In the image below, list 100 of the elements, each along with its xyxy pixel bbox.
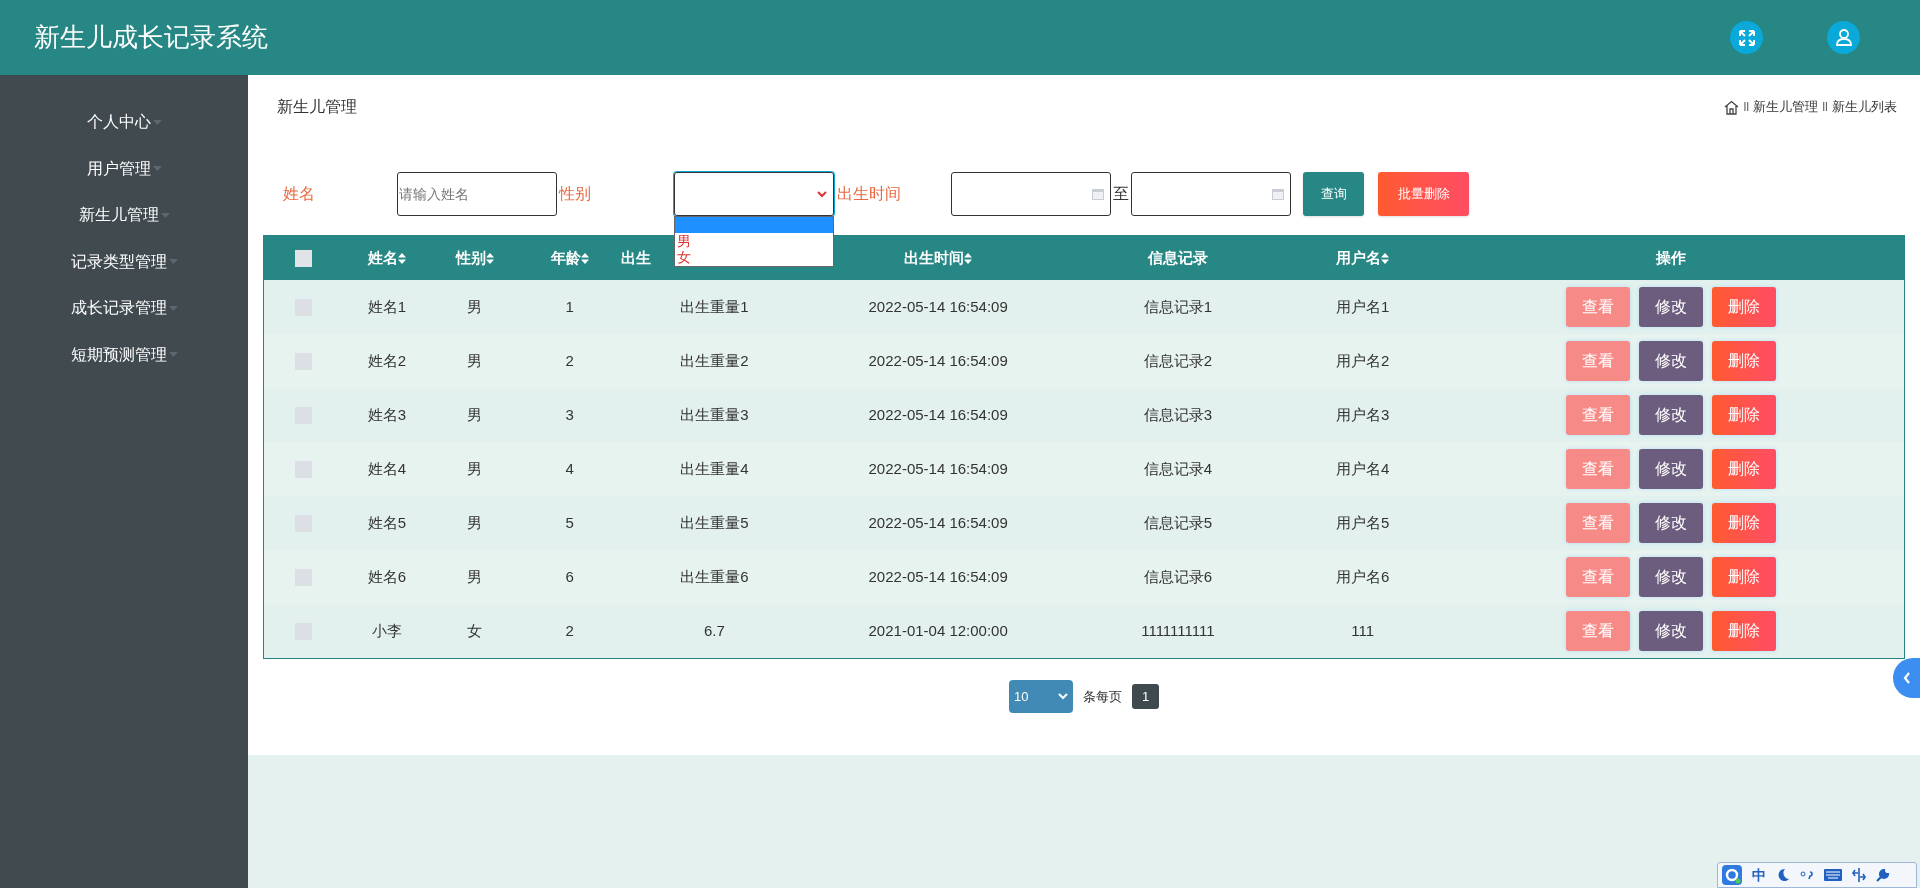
table-cell-text: 信息记录1: [1143, 296, 1213, 317]
table-cell-text: 姓名4: [367, 458, 406, 479]
table-cell-text: 姓名1: [367, 296, 406, 317]
dropdown-option[interactable]: 男: [675, 233, 833, 249]
edit-button[interactable]: 修改: [1638, 557, 1703, 597]
edit-button[interactable]: 修改: [1638, 341, 1703, 381]
range-separator: 至: [1112, 184, 1130, 204]
date-field[interactable]: [1131, 172, 1291, 216]
table-cell-text: 男: [467, 296, 483, 317]
view-button[interactable]: 查看: [1565, 395, 1630, 435]
chevron-left-icon: [1902, 672, 1911, 684]
name-label: 姓名: [283, 184, 316, 204]
breadcrumb-separator: ll: [1822, 98, 1828, 117]
dropdown-option[interactable]: 女: [675, 249, 833, 265]
caret-icon: [168, 305, 178, 311]
edit-button[interactable]: 修改: [1638, 395, 1703, 435]
breadcrumb-item[interactable]: 新生儿管理: [1753, 97, 1819, 117]
table-cell-text: 男: [467, 350, 483, 371]
user-icon: [1835, 29, 1852, 46]
edit-button[interactable]: 修改: [1638, 611, 1703, 651]
birth-time-label: 出生时间: [837, 184, 902, 204]
edit-button[interactable]: 修改: [1638, 287, 1703, 327]
caret-icon: [168, 352, 178, 358]
table-cell-text: 用户名6: [1336, 566, 1390, 587]
column-header[interactable]: 用户名: [1336, 246, 1390, 270]
breadcrumb-item[interactable]: 新生儿列表: [1832, 97, 1897, 117]
ime-mode[interactable]: 中: [1752, 864, 1766, 886]
column-header[interactable]: 姓名: [367, 246, 406, 270]
delete-button[interactable]: 删除: [1711, 395, 1776, 435]
keyboard-icon[interactable]: [1824, 869, 1842, 881]
delete-button[interactable]: 删除: [1711, 287, 1776, 327]
fullscreen-button[interactable]: [1730, 21, 1763, 54]
table-cell-text: 2022-05-14 16:54:09: [868, 296, 1008, 317]
table-cell-text: 4: [565, 458, 574, 479]
table-cell-text: 2022-05-14 16:54:09: [868, 512, 1008, 533]
table-cell-text: 姓名3: [367, 404, 406, 425]
edit-button[interactable]: 修改: [1638, 449, 1703, 489]
delete-button[interactable]: 删除: [1711, 503, 1776, 543]
split-icon[interactable]: [1852, 868, 1866, 882]
gender-label: 性别: [559, 184, 592, 204]
table-cell-text: 6.7: [704, 620, 725, 641]
column-header[interactable]: 性别: [455, 246, 494, 270]
sort-icon: [397, 252, 406, 264]
table-cell-text: 6: [565, 566, 574, 587]
sort-icon: [580, 252, 589, 264]
delete-button[interactable]: 删除: [1711, 611, 1776, 651]
home-icon[interactable]: [1724, 99, 1740, 115]
chevron-down-icon: [1058, 693, 1068, 700]
name-field[interactable]: 请输入姓名: [397, 172, 557, 216]
caret-icon: [152, 119, 162, 125]
view-button[interactable]: 查看: [1565, 503, 1630, 543]
batch-delete-button[interactable]: 批量删除: [1378, 172, 1469, 216]
table-cell-text: 用户名5: [1336, 512, 1390, 533]
view-button[interactable]: 查看: [1565, 341, 1630, 381]
query-button[interactable]: 查询: [1303, 172, 1364, 216]
caret-icon: [168, 259, 178, 265]
sidebar-item[interactable]: 用户管理: [86, 145, 162, 192]
user-button[interactable]: [1827, 21, 1860, 54]
table-cell-text: 出生重量2: [680, 350, 749, 371]
edit-button[interactable]: 修改: [1638, 503, 1703, 543]
sidebar-item[interactable]: 成长记录管理: [70, 285, 178, 332]
sidebar-item[interactable]: 记录类型管理: [70, 238, 178, 285]
page-button[interactable]: 1: [1132, 684, 1159, 709]
column-header: 出生: [620, 247, 651, 268]
table-cell-text: 用户名3: [1336, 404, 1390, 425]
moon-icon[interactable]: [1776, 868, 1790, 882]
sort-icon: [485, 252, 494, 264]
delete-button[interactable]: 删除: [1711, 557, 1776, 597]
column-header[interactable]: 出生时间: [904, 246, 973, 270]
table-cell-text: 2: [565, 620, 574, 641]
ime-logo-icon[interactable]: [1722, 865, 1742, 885]
date-field[interactable]: [951, 172, 1111, 216]
app-title: 新生儿成长记录系统: [34, 21, 268, 54]
view-button[interactable]: 查看: [1565, 287, 1630, 327]
table-cell-text: 3: [565, 404, 574, 425]
table-cell-text: 信息记录3: [1143, 404, 1213, 425]
view-button[interactable]: 查看: [1565, 449, 1630, 489]
chevron-down-icon: [817, 190, 827, 198]
column-header[interactable]: 年龄: [550, 246, 589, 270]
calendar-icon: [1092, 188, 1104, 200]
sidebar-item[interactable]: 短期预测管理: [70, 331, 178, 378]
page-size-select[interactable]: 10: [1009, 680, 1073, 713]
sidebar-item[interactable]: 个人中心: [86, 99, 162, 146]
sidebar-item[interactable]: 新生儿管理: [78, 192, 170, 239]
delete-button[interactable]: 删除: [1711, 341, 1776, 381]
table-cell-text: 信息记录4: [1143, 458, 1213, 479]
table-cell-text: 2022-05-14 16:54:09: [868, 404, 1008, 425]
table-cell-text: 姓名5: [367, 512, 406, 533]
table-cell-text: 2022-05-14 16:54:09: [868, 458, 1008, 479]
select-all-checkbox[interactable]: [294, 249, 312, 267]
column-header: 操作: [1655, 247, 1686, 268]
wrench-icon[interactable]: [1876, 868, 1890, 882]
delete-button[interactable]: 删除: [1711, 449, 1776, 489]
table-cell-text: 2: [565, 350, 574, 371]
page-title: 新生儿管理: [277, 97, 357, 117]
view-button[interactable]: 查看: [1565, 611, 1630, 651]
view-button[interactable]: 查看: [1565, 557, 1630, 597]
table-cell-text: 1: [565, 296, 574, 317]
page-size-label: 条每页: [1083, 687, 1122, 706]
punctuation-icon[interactable]: [1800, 870, 1814, 880]
